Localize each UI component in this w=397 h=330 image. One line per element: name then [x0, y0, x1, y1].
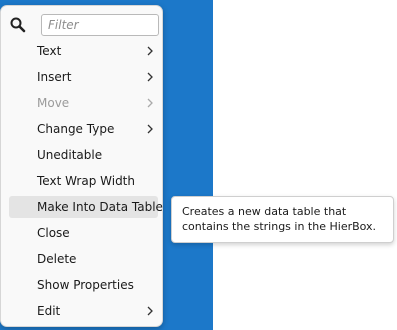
- menu-item-move: Move: [9, 92, 158, 114]
- menu-item-make-into-data-table[interactable]: Make Into Data Table: [9, 196, 163, 218]
- menu-item-label: Show Properties: [37, 278, 134, 292]
- menu-item-text[interactable]: Text: [9, 40, 158, 62]
- menu-item-label: Make Into Data Table: [37, 200, 163, 214]
- menu-item-uneditable[interactable]: Uneditable: [9, 144, 158, 166]
- menu-item-change-type[interactable]: Change Type: [9, 118, 158, 140]
- chevron-right-icon: [147, 98, 153, 108]
- menu-item-delete[interactable]: Delete: [9, 248, 158, 270]
- chevron-right-icon: [147, 46, 153, 56]
- chevron-right-icon: [147, 124, 153, 134]
- menu-item-show-properties[interactable]: Show Properties: [9, 274, 158, 296]
- menu-item-edit[interactable]: Edit: [9, 300, 158, 322]
- chevron-right-icon: [147, 72, 153, 82]
- menu-item-close[interactable]: Close: [9, 222, 158, 244]
- search-icon: [10, 17, 26, 33]
- context-menu: Text Insert Move Change Type Uneditable …: [0, 5, 163, 327]
- menu-item-label: Move: [37, 96, 70, 110]
- tooltip: Creates a new data table that contains t…: [171, 196, 394, 243]
- search-row: [1, 13, 164, 37]
- menu-item-text-wrap-width[interactable]: Text Wrap Width: [9, 170, 158, 192]
- menu-item-label: Delete: [37, 252, 77, 266]
- menu-item-insert[interactable]: Insert: [9, 66, 158, 88]
- menu-item-label: Close: [37, 226, 70, 240]
- menu-item-label: Text: [37, 44, 62, 58]
- filter-input[interactable]: [41, 14, 159, 36]
- menu-item-label: Text Wrap Width: [37, 174, 135, 188]
- menu-item-label: Uneditable: [37, 148, 103, 162]
- tooltip-text: Creates a new data table that contains t…: [182, 205, 377, 233]
- menu-item-label: Change Type: [37, 122, 115, 136]
- menu-item-label: Insert: [37, 70, 72, 84]
- chevron-right-icon: [147, 306, 153, 316]
- menu-item-label: Edit: [37, 304, 61, 318]
